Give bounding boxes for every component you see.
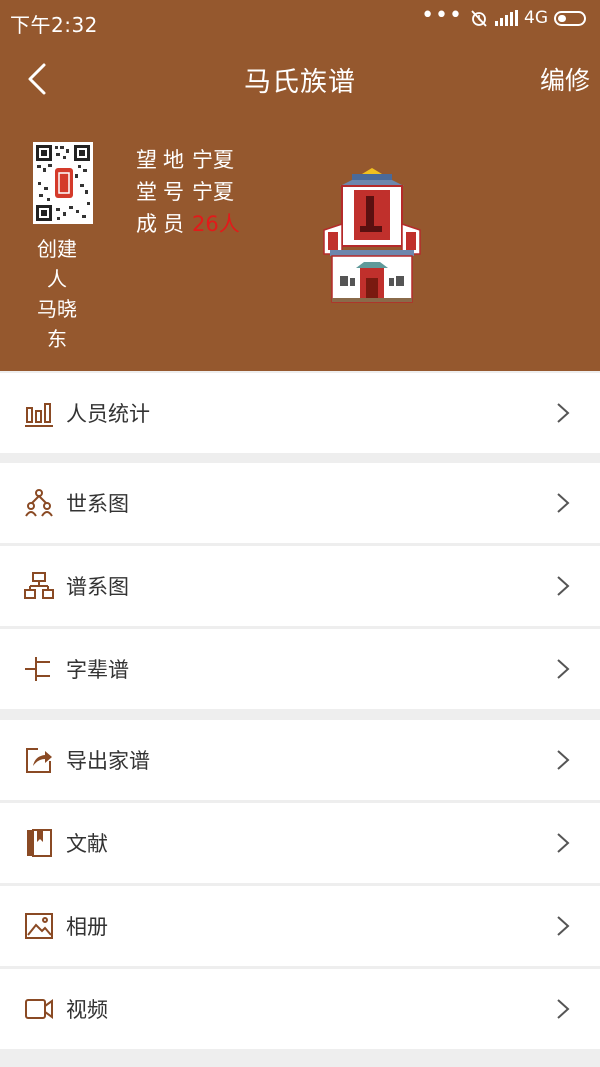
signal-icon (495, 10, 518, 26)
chevron-right-icon (557, 659, 570, 679)
ancestral-hall-icon (323, 168, 421, 303)
book-icon (27, 829, 52, 857)
menu-label: 人员统计 (66, 402, 150, 426)
menu-item-pedigree[interactable]: 谱系图 (0, 546, 600, 626)
info-value: 宁夏 (192, 148, 234, 172)
more-notifications-icon: ••• (421, 3, 463, 28)
menu-label: 文献 (66, 832, 108, 856)
video-icon (25, 999, 53, 1019)
status-icons: ••• 4G (421, 3, 586, 28)
chevron-right-icon (557, 403, 570, 423)
clan-info: 望地 宁夏 堂号 宁夏 成员 26人 (136, 144, 240, 240)
chevron-right-icon (557, 750, 570, 770)
info-row-hall-name: 堂号 宁夏 (136, 176, 240, 208)
alarm-off-icon (471, 10, 487, 27)
creator-line: 人 (47, 267, 67, 291)
member-count: 26人 (192, 212, 240, 236)
info-value: 宁夏 (192, 180, 234, 204)
menu-item-documents[interactable]: 文献 (0, 803, 600, 883)
info-key: 堂号 (136, 180, 190, 204)
menu-label: 导出家谱 (66, 749, 150, 773)
menu-item-generation-names[interactable]: 字辈谱 (0, 629, 600, 709)
network-type: 4G (524, 8, 548, 28)
menu-item-export[interactable]: 导出家谱 (0, 720, 600, 800)
export-icon (26, 748, 52, 773)
genealogy-header: 下午2:32 ••• 4G 马氏族谱 编修 创建 人 马晓 东 望地 宁夏 堂号… (0, 0, 600, 371)
page-title: 马氏族谱 (244, 67, 356, 98)
menu-item-stats[interactable]: 人员统计 (0, 373, 600, 453)
menu-item-lineage[interactable]: 世系图 (0, 463, 600, 543)
menu-label: 谱系图 (66, 575, 129, 599)
chevron-right-icon (557, 833, 570, 853)
info-row-members: 成员 26人 (136, 208, 240, 240)
status-time: 下午2:32 (10, 13, 98, 37)
status-bar: 下午2:32 ••• 4G (0, 0, 600, 44)
menu-item-video[interactable]: 视频 (0, 969, 600, 1049)
chevron-right-icon (557, 576, 570, 596)
info-row-origin: 望地 宁夏 (136, 144, 240, 176)
people-tree-icon (25, 489, 53, 517)
menu-label: 相册 (66, 915, 108, 939)
edit-button[interactable]: 编修 (540, 61, 590, 97)
image-icon (25, 913, 53, 939)
creator-line: 东 (47, 327, 67, 351)
chevron-right-icon (557, 916, 570, 936)
creator-line: 创建 (37, 237, 77, 261)
org-chart-icon (24, 572, 54, 599)
menu-label: 世系图 (66, 492, 129, 516)
menu-item-album[interactable]: 相册 (0, 886, 600, 966)
info-key: 成员 (136, 212, 190, 236)
info-key: 望地 (136, 148, 190, 172)
chevron-right-icon (557, 493, 570, 513)
branch-lines-icon (25, 657, 50, 681)
creator-line: 马晓 (37, 297, 77, 321)
creator-label: 创建 人 马晓 东 (30, 234, 84, 354)
menu-label: 视频 (66, 998, 108, 1022)
menu-label: 字辈谱 (66, 658, 129, 682)
qr-code-icon[interactable] (33, 142, 93, 224)
chevron-right-icon (557, 999, 570, 1019)
bar-chart-icon (25, 403, 53, 427)
battery-icon (554, 10, 586, 26)
